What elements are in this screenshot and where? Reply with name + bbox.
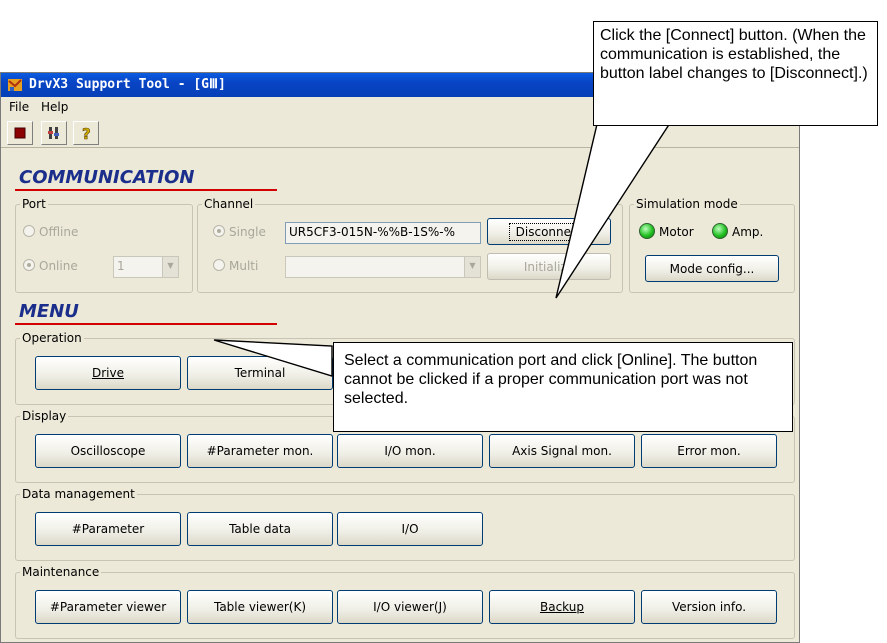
- connect-callout: Click the [Connect] button. (When the co…: [593, 21, 878, 126]
- online-callout: Select a communication port and click [O…: [333, 342, 793, 432]
- online-callout-pointer: [213, 339, 333, 377]
- connect-callout-pointer: [555, 119, 674, 299]
